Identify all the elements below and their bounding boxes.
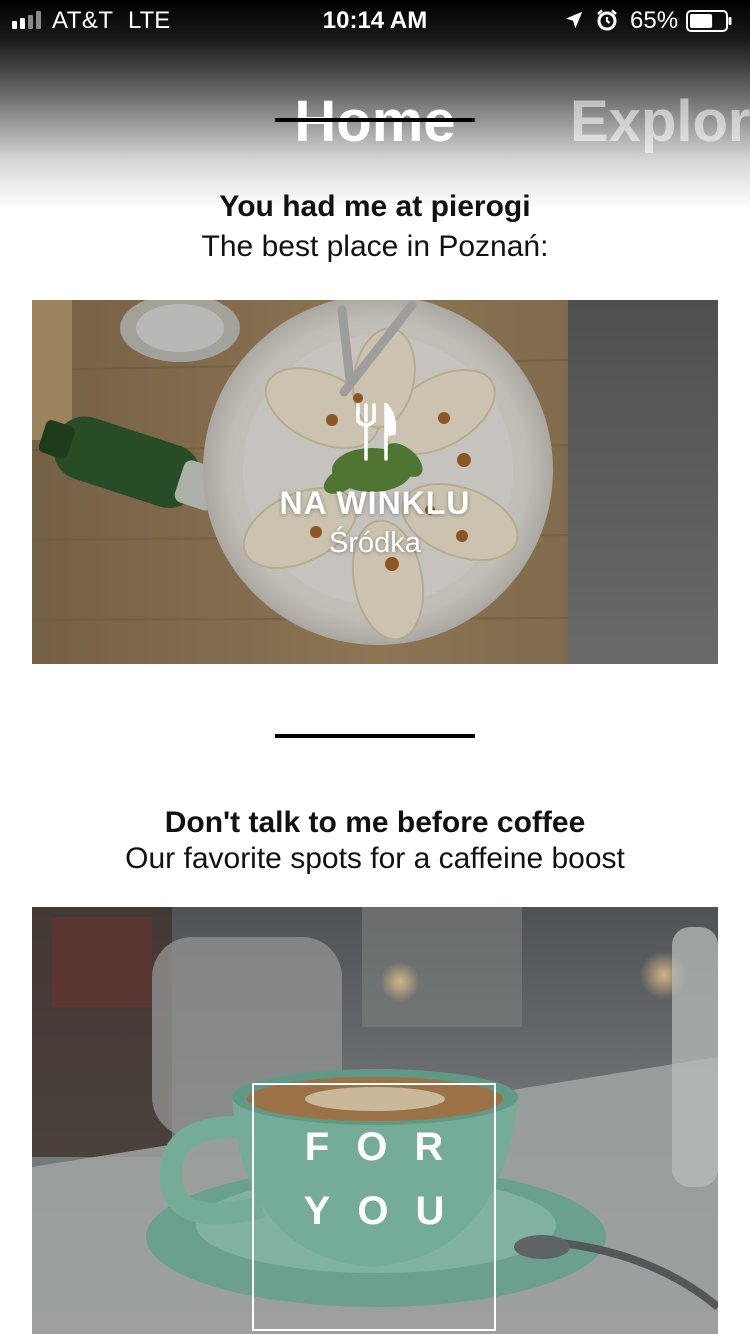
badge-line: YOU	[303, 1189, 472, 1233]
alarm-clock-icon	[597, 9, 617, 31]
section-title: You had me at pierogi	[219, 190, 531, 223]
status-bar: AT&T LTE 10:14 AM 65%	[0, 0, 750, 40]
active-tab-indicator	[275, 118, 475, 122]
section-subtitle: The best place in Poznań:	[201, 230, 549, 263]
tab-explore[interactable]: Explore	[570, 88, 750, 155]
fork-knife-icon	[356, 403, 397, 461]
for-you-badge: FOR YOU	[252, 1083, 496, 1331]
battery-icon	[686, 10, 732, 32]
restaurant-card[interactable]: NA WINKLU Śródka	[32, 300, 718, 664]
badge-line: FOR	[304, 1125, 471, 1169]
restaurant-area: Śródka	[329, 527, 421, 559]
coffee-card[interactable]: FOR YOU	[32, 907, 718, 1334]
card-overlay: NA WINKLU Śródka	[32, 300, 718, 664]
section-divider	[275, 734, 475, 738]
section-subtitle: Our favorite spots for a caffeine boost	[125, 842, 625, 875]
battery-percentage: 65%	[630, 7, 679, 34]
section-title: Don't talk to me before coffee	[164, 806, 586, 839]
restaurant-name: NA WINKLU	[279, 485, 471, 521]
location-arrow-icon	[565, 11, 583, 29]
